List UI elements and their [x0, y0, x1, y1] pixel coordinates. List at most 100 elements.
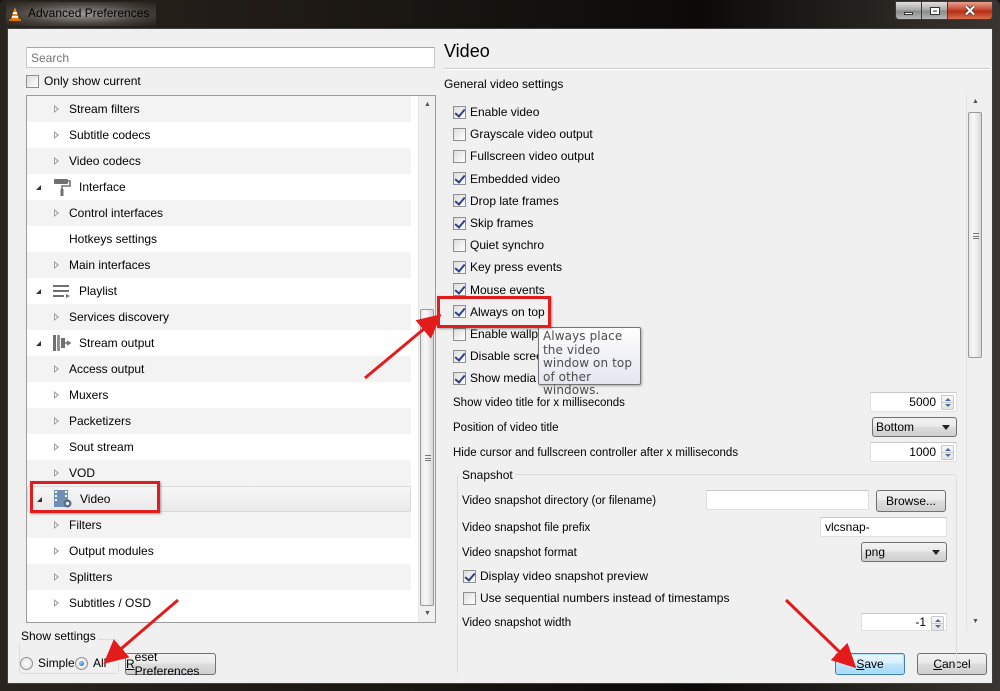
settings-scrollbar[interactable]: ▲ ▼ [966, 93, 983, 631]
collapsed-triangle-icon[interactable] [54, 391, 59, 399]
expanded-triangle-icon[interactable] [37, 496, 42, 502]
checkbox-skip-frames[interactable]: Skip frames [453, 216, 533, 230]
expanded-triangle-icon[interactable] [36, 340, 41, 346]
tree-item-splitters[interactable]: Splitters [27, 564, 411, 590]
snapshot-dir-input[interactable] [706, 490, 869, 510]
tree-item-stream-output[interactable]: Stream output [27, 330, 411, 356]
reset-preferences-button[interactable]: Reset Preferences [125, 650, 216, 678]
collapsed-triangle-icon[interactable] [54, 209, 59, 217]
tree-item-sout-stream[interactable]: Sout stream [27, 434, 411, 460]
tree-item-main-interfaces[interactable]: Main interfaces [27, 252, 411, 278]
snapshot-width-spinbox[interactable]: -1 [861, 613, 947, 631]
preferences-tree[interactable]: Subtitles / OSD Splitters Output modules Fi… [26, 95, 436, 623]
collapsed-triangle-icon[interactable] [54, 365, 59, 373]
collapsed-triangle-icon[interactable] [54, 443, 59, 451]
checkbox-box[interactable] [453, 283, 466, 297]
collapsed-triangle-icon[interactable] [54, 547, 59, 555]
tree-item-hotkeys-settings[interactable]: Hotkeys settings [27, 226, 411, 252]
checkbox-enable-wallpap[interactable]: Enable wallpap [453, 327, 551, 341]
scroll-up-arrow-icon[interactable]: ▲ [419, 96, 435, 113]
tree-item-subtitle-codecs[interactable]: Subtitle codecs [27, 122, 411, 148]
tree-item-services-discovery[interactable]: Services discovery [27, 304, 411, 330]
collapsed-triangle-icon[interactable] [54, 521, 59, 529]
checkbox-box[interactable] [453, 127, 466, 141]
checkbox-box[interactable] [453, 305, 466, 319]
only-show-current-box[interactable] [26, 74, 39, 88]
radio-all-button[interactable] [75, 656, 88, 670]
scroll-up-arrow-icon[interactable]: ▲ [967, 93, 984, 110]
tree-item-video-codecs[interactable]: Video codecs [27, 148, 411, 174]
tree-item-vod[interactable]: VOD [27, 460, 411, 486]
tree-item-filters[interactable]: Filters [27, 512, 411, 538]
spin-arrows-icon[interactable] [931, 616, 944, 631]
display-preview-checkbox[interactable]: Display video snapshot preview [463, 569, 648, 583]
settings-scrollbar-thumb[interactable] [968, 112, 982, 358]
tree-item-packetizers[interactable]: Packetizers [27, 408, 411, 434]
checkbox-always-on-top[interactable]: Always on top [453, 305, 545, 319]
expanded-triangle-icon[interactable] [36, 184, 41, 190]
checkbox-box[interactable] [453, 371, 466, 385]
checkbox-quiet-synchro[interactable]: Quiet synchro [453, 238, 544, 252]
sequential-numbers-checkbox[interactable]: Use sequential numbers instead of timest… [463, 591, 729, 605]
checkbox-show-media-tit[interactable]: Show media tit [453, 371, 549, 385]
checkbox-box[interactable] [453, 194, 466, 208]
snapshot-format-select[interactable]: png [861, 542, 947, 562]
checkbox-embedded-video[interactable]: Embedded video [453, 172, 560, 186]
close-button[interactable] [948, 1, 993, 20]
collapsed-triangle-icon[interactable] [54, 131, 59, 139]
checkbox-key-press-events[interactable]: Key press events [453, 260, 562, 274]
checkbox-enable-video[interactable]: Enable video [453, 105, 539, 119]
display-preview-box[interactable] [463, 569, 476, 583]
tree-item-control-interfaces[interactable]: Control interfaces [27, 200, 411, 226]
checkbox-drop-late-frames[interactable]: Drop late frames [453, 194, 559, 208]
radio-simple[interactable]: Simple [20, 656, 75, 670]
spin-arrows-icon[interactable] [941, 395, 954, 410]
tree-item-interface[interactable]: Interface [27, 174, 411, 200]
minimize-button[interactable] [895, 1, 922, 20]
collapsed-triangle-icon[interactable] [54, 599, 59, 607]
checkbox-box[interactable] [453, 149, 466, 163]
checkbox-box[interactable] [453, 105, 466, 119]
checkbox-disable-screen[interactable]: Disable screen [453, 349, 549, 363]
collapsed-triangle-icon[interactable] [54, 469, 59, 477]
tree-item-output-modules[interactable]: Output modules [27, 538, 411, 564]
hide-cursor-ms-spinbox[interactable]: 1000 [870, 442, 957, 462]
checkbox-box[interactable] [453, 349, 466, 363]
checkbox-mouse-events[interactable]: Mouse events [453, 283, 545, 297]
checkbox-box[interactable] [453, 216, 466, 230]
sequential-numbers-box[interactable] [463, 591, 476, 605]
collapsed-triangle-icon[interactable] [54, 157, 59, 165]
spin-arrows-icon[interactable] [941, 445, 954, 460]
tree-item-playlist[interactable]: Playlist [27, 278, 411, 304]
scroll-down-arrow-icon[interactable]: ▼ [967, 613, 984, 630]
tree-scrollbar[interactable]: ▲ ▼ [418, 96, 435, 622]
snapshot-prefix-input[interactable]: vlcsnap- [820, 517, 947, 537]
tree-item-video[interactable]: Video [27, 486, 411, 512]
tree-item-muxers[interactable]: Muxers [27, 382, 411, 408]
collapsed-triangle-icon[interactable] [54, 573, 59, 581]
browse-button[interactable]: Browse... [876, 490, 946, 512]
tree-item-subtitles-osd[interactable]: Subtitles / OSD [27, 590, 411, 616]
checkbox-box[interactable] [453, 327, 466, 341]
collapsed-triangle-icon[interactable] [54, 313, 59, 321]
checkbox-box[interactable] [453, 260, 466, 274]
title-position-select[interactable]: Bottom [872, 417, 957, 437]
only-show-current-checkbox[interactable]: Only show current [26, 74, 141, 88]
expanded-triangle-icon[interactable] [36, 288, 41, 294]
collapsed-triangle-icon[interactable] [54, 417, 59, 425]
checkbox-box[interactable] [453, 238, 466, 252]
radio-simple-button[interactable] [20, 656, 33, 670]
radio-all[interactable]: All [75, 656, 106, 670]
checkbox-grayscale-video-output[interactable]: Grayscale video output [453, 127, 593, 141]
checkbox-box[interactable] [453, 172, 466, 186]
collapsed-triangle-icon[interactable] [54, 105, 59, 113]
search-input[interactable] [26, 47, 435, 68]
show-title-ms-spinbox[interactable]: 5000 [870, 392, 957, 412]
tree-item-stream-filters[interactable]: Stream filters [27, 96, 411, 122]
collapsed-triangle-icon[interactable] [54, 261, 59, 269]
maximize-button[interactable] [922, 1, 948, 20]
tree-scrollbar-thumb[interactable] [420, 309, 434, 606]
tree-item-access-output[interactable]: Access output [27, 356, 411, 382]
checkbox-fullscreen-video-output[interactable]: Fullscreen video output [453, 149, 594, 163]
scroll-down-arrow-icon[interactable]: ▼ [419, 605, 435, 622]
